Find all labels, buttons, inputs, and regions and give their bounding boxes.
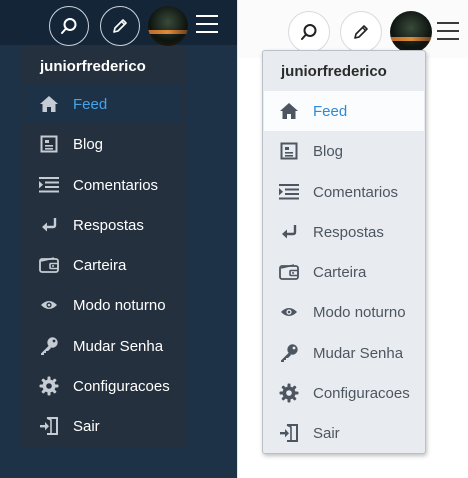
list-icon xyxy=(38,174,60,196)
gear-icon xyxy=(38,375,60,397)
stage: juniorfrederico Feed Blog Comentarios Re… xyxy=(0,0,468,478)
menu-item-label: Carteira xyxy=(73,256,127,274)
menu-item-modo-noturno[interactable]: Modo noturno xyxy=(264,292,424,332)
logout-icon xyxy=(38,415,60,437)
search-icon xyxy=(300,23,318,41)
menu-item-label: Comentarios xyxy=(73,176,159,194)
menu-item-respostas[interactable]: Respostas xyxy=(24,205,182,245)
dark-top-bar xyxy=(0,0,237,46)
menu-item-feed[interactable]: Feed xyxy=(24,84,182,124)
gear-icon xyxy=(278,382,300,404)
light-theme-panel: juniorfrederico Feed Blog Comentarios Re… xyxy=(237,0,468,478)
menu-item-blog[interactable]: Blog xyxy=(24,124,182,164)
menu-item-label: Carteira xyxy=(313,263,367,281)
pencil-icon xyxy=(352,23,370,41)
search-button[interactable] xyxy=(288,11,330,53)
menu-item-comentarios[interactable]: Comentarios xyxy=(24,165,182,205)
menu-item-label: Respostas xyxy=(73,216,144,234)
reply-icon xyxy=(278,221,300,243)
menu-item-mudar-senha[interactable]: Mudar Senha xyxy=(24,326,182,366)
username: juniorfrederico xyxy=(281,63,387,80)
document-icon xyxy=(278,140,300,162)
menu-item-carteira[interactable]: Carteira xyxy=(24,245,182,285)
menu-item-sair[interactable]: Sair xyxy=(264,413,424,453)
avatar[interactable] xyxy=(390,11,432,53)
menu-item-label: Mudar Senha xyxy=(313,344,404,362)
home-icon xyxy=(38,93,60,115)
username: juniorfrederico xyxy=(40,58,146,75)
menu-item-feed[interactable]: Feed xyxy=(264,91,424,131)
home-icon xyxy=(278,100,300,122)
menu-item-configuracoes[interactable]: Configuracoes xyxy=(264,373,424,413)
menu-item-label: Sair xyxy=(313,424,340,442)
write-post-button[interactable] xyxy=(100,6,140,46)
search-icon xyxy=(60,17,78,35)
hamburger-menu-icon[interactable] xyxy=(437,22,459,42)
light-dropdown-menu: juniorfrederico Feed Blog Comentarios Re… xyxy=(262,50,426,454)
eye-icon xyxy=(38,294,60,316)
list-icon xyxy=(278,181,300,203)
menu-item-comentarios[interactable]: Comentarios xyxy=(264,172,424,212)
menu-item-label: Modo noturno xyxy=(313,303,406,321)
menu-item-mudar-senha[interactable]: Mudar Senha xyxy=(264,333,424,373)
menu-item-label: Comentarios xyxy=(313,183,399,201)
avatar[interactable] xyxy=(148,6,188,46)
menu-item-label: Modo noturno xyxy=(73,296,166,314)
menu-item-respostas[interactable]: Respostas xyxy=(264,212,424,252)
menu-item-label: Configuracoes xyxy=(73,377,170,395)
menu-item-label: Feed xyxy=(313,102,348,120)
dark-theme-panel: juniorfrederico Feed Blog Comentarios Re… xyxy=(0,0,237,478)
menu-item-blog[interactable]: Blog xyxy=(264,131,424,171)
menu-item-label: Sair xyxy=(73,417,100,435)
eye-icon xyxy=(278,301,300,323)
menu-item-modo-noturno[interactable]: Modo noturno xyxy=(24,285,182,325)
menu-item-label: Feed xyxy=(73,95,108,113)
menu-item-label: Blog xyxy=(313,142,344,160)
pencil-icon xyxy=(111,17,129,35)
search-button[interactable] xyxy=(49,6,89,46)
key-icon xyxy=(38,335,60,357)
hamburger-menu-icon[interactable] xyxy=(196,15,218,35)
wallet-icon xyxy=(38,254,60,276)
reply-icon xyxy=(38,214,60,236)
menu-item-sair[interactable]: Sair xyxy=(24,406,182,446)
key-icon xyxy=(278,342,300,364)
menu-item-label: Configuracoes xyxy=(313,384,410,402)
menu-item-configuracoes[interactable]: Configuracoes xyxy=(24,366,182,406)
menu-item-carteira[interactable]: Carteira xyxy=(264,252,424,292)
document-icon xyxy=(38,133,60,155)
menu-item-label: Mudar Senha xyxy=(73,337,164,355)
menu-item-label: Respostas xyxy=(313,223,384,241)
write-post-button[interactable] xyxy=(340,11,382,53)
logout-icon xyxy=(278,422,300,444)
wallet-icon xyxy=(278,261,300,283)
dark-dropdown-menu: juniorfrederico Feed Blog Comentarios Re… xyxy=(22,46,186,448)
menu-item-label: Blog xyxy=(73,135,104,153)
